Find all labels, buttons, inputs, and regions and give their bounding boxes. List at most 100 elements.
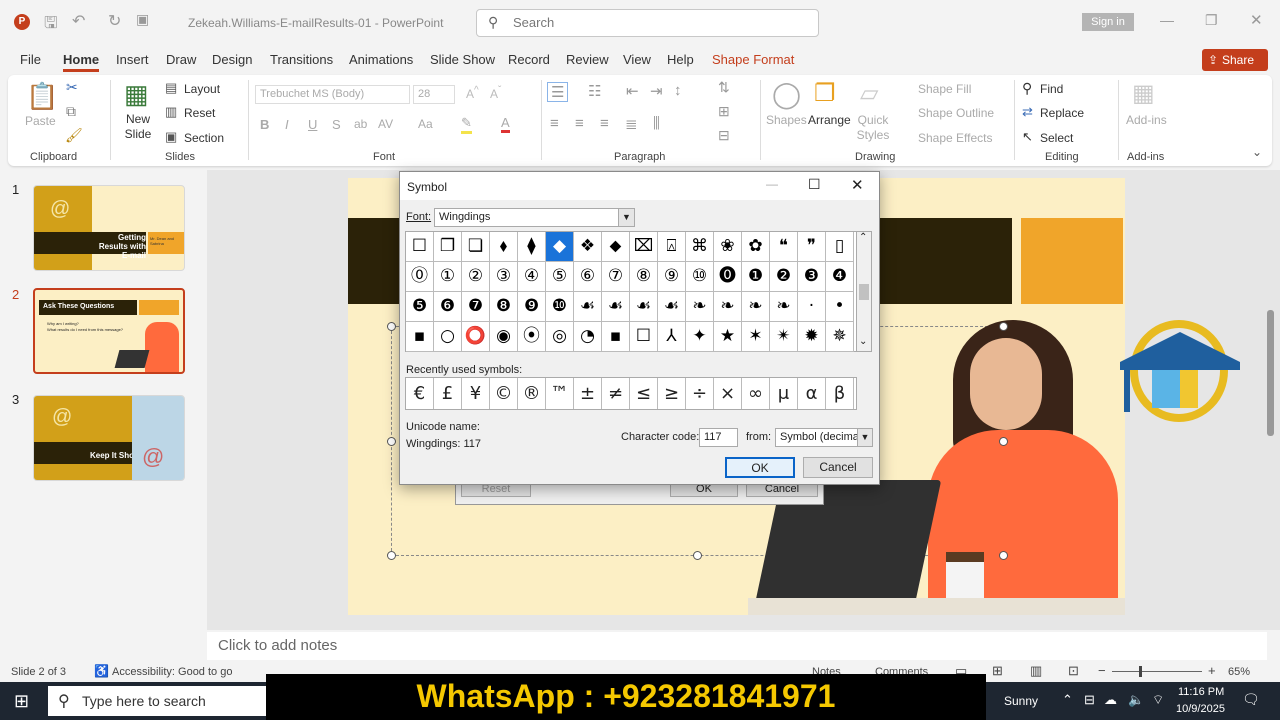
highlight-icon[interactable]: ✎ <box>461 115 472 134</box>
symbol-cell[interactable]: ⧫ <box>518 232 546 262</box>
cut-icon[interactable]: ✂ <box>66 79 78 96</box>
notes-pane[interactable]: Click to add notes <box>207 632 1267 660</box>
zoom-level[interactable]: 65% <box>1228 666 1250 678</box>
symbol-cell[interactable]: ☙ <box>602 292 630 322</box>
symbol-cell[interactable]: ① <box>434 262 462 292</box>
tab-review[interactable]: Review <box>566 52 609 67</box>
sign-in-button[interactable]: Sign in <box>1082 13 1134 31</box>
symbol-cell[interactable]: ❖ <box>574 232 602 262</box>
font-dropdown[interactable]: Wingdings ▼ <box>434 208 635 227</box>
scroll-up-icon[interactable]: ⌃ <box>859 232 867 243</box>
tab-view[interactable]: View <box>623 52 651 67</box>
symbol-grid-scrollbar[interactable]: ⌃ ⌄ <box>857 231 872 352</box>
chevron-up-icon[interactable]: ⌃ <box>1062 692 1073 708</box>
tab-home[interactable]: Home <box>63 52 100 72</box>
symbol-cell[interactable]: ◉ <box>490 322 518 352</box>
symbol-cell[interactable]: ❽ <box>490 292 518 322</box>
paste-button-label[interactable]: Paste <box>25 114 56 128</box>
symbol-cell[interactable]: ② <box>462 262 490 292</box>
align-text-icon[interactable]: ⊞ <box>718 103 730 120</box>
symbol-cell[interactable]: ⅄ <box>658 322 686 352</box>
resize-handle[interactable] <box>999 551 1008 560</box>
symbol-cell[interactable]: • <box>826 292 854 322</box>
cancel-button[interactable]: Cancel <box>803 457 873 478</box>
volume-icon[interactable]: 🔈 <box>1128 692 1144 708</box>
close-button[interactable]: ✕ <box>1250 11 1263 29</box>
symbol-cell[interactable]: ⑨ <box>658 262 686 292</box>
symbol-cell[interactable]: ❺ <box>406 292 434 322</box>
tab-shape-format[interactable]: Shape Format <box>712 52 794 67</box>
symbol-cell[interactable]: ⑤ <box>546 262 574 292</box>
symbol-cell[interactable]: ❏ <box>462 232 490 262</box>
symbol-cell[interactable]: ▪ <box>406 322 434 352</box>
recent-symbol-cell[interactable]: ™ <box>546 378 574 409</box>
zoom-slider-thumb[interactable] <box>1139 666 1142 677</box>
tab-help[interactable]: Help <box>667 52 694 67</box>
resize-handle[interactable] <box>999 322 1008 331</box>
character-code-input[interactable]: 117 <box>699 428 738 447</box>
shape-effects-button[interactable]: Shape Effects <box>918 131 993 145</box>
format-painter-icon[interactable]: 🖌 <box>65 127 83 144</box>
symbol-cell[interactable]: ❻ <box>434 292 462 322</box>
symbol-cell[interactable]: ◆ <box>546 232 574 262</box>
recent-symbol-cell[interactable]: € <box>406 378 434 409</box>
recent-symbol-cell[interactable]: β <box>826 378 854 409</box>
weather-label[interactable]: Sunny <box>1004 694 1038 708</box>
columns-icon[interactable]: ⫼ <box>653 115 660 132</box>
recent-symbol-cell[interactable]: ® <box>518 378 546 409</box>
recently-used-symbols[interactable]: € £ ¥ © ® ™ ± ≠ ≤ ≥ ÷ × ∞ μ α β <box>405 377 857 410</box>
underline-icon[interactable]: U <box>308 117 317 132</box>
from-dropdown[interactable]: Symbol (decimal) ▼ <box>775 428 873 447</box>
tab-insert[interactable]: Insert <box>116 52 149 67</box>
symbol-cell[interactable]: ❧ <box>742 292 770 322</box>
text-direction-icon[interactable]: ⇅ <box>718 79 730 96</box>
arrange-icon[interactable]: ❐ <box>814 79 836 108</box>
font-color-icon[interactable]: A <box>501 115 510 133</box>
quick-styles-label[interactable]: Quick Styles <box>853 113 893 143</box>
clock-date[interactable]: 10/9/2025 <box>1176 703 1225 715</box>
reading-view-icon[interactable]: ▥ <box>1030 663 1042 679</box>
zoom-slider[interactable] <box>1112 671 1202 672</box>
bullets-icon[interactable]: ☰ <box>547 82 569 102</box>
numbering-icon[interactable]: ☷ <box>588 82 601 100</box>
symbol-grid[interactable]: ☐ ❐ ❏ ⬧ ⧫ ◆ ❖ ⬥ ⌧ ⍓ ⌘ ❀ ✿ ❝ ❞ ▯ ⓪ ① ② ③ ④ ⑤ ⑥ ⑦ ⑧ ⑨ ⑩ ⓿ ❶ ❷ ❸ ❹ ❺ ❻ ❼ ❽ ❾ ❿ ☙ ☙… <box>405 231 857 352</box>
symbol-cell[interactable]: ⌧ <box>630 232 658 262</box>
symbol-cell[interactable]: ○ <box>434 322 462 352</box>
symbol-cell[interactable]: ☙ <box>630 292 658 322</box>
search-input[interactable]: ⚲ Search <box>476 9 819 37</box>
symbol-cell[interactable]: ❧ <box>686 292 714 322</box>
symbol-cell[interactable]: ❹ <box>826 262 854 292</box>
recent-symbol-cell[interactable]: ≠ <box>602 378 630 409</box>
align-right-icon[interactable]: ≡ <box>600 115 609 132</box>
restore-button[interactable]: ❐ <box>1205 12 1218 29</box>
tab-record[interactable]: Record <box>508 52 550 67</box>
symbol-cell[interactable]: ⬧ <box>490 232 518 262</box>
cloud-icon[interactable]: ☁ <box>1104 692 1117 708</box>
symbol-cell[interactable]: ☐ <box>630 322 658 352</box>
recent-symbol-cell[interactable]: ¥ <box>462 378 490 409</box>
symbol-cell[interactable]: ◔ <box>574 322 602 352</box>
symbol-cell[interactable]: ③ <box>490 262 518 292</box>
slide-thumbnail-3[interactable]: @ Keep It Short @ <box>33 395 185 481</box>
quick-styles-icon[interactable]: ▱ <box>860 79 878 108</box>
dialog-maximize-button[interactable]: ☐ <box>808 176 821 193</box>
symbol-cell[interactable]: ❀ <box>714 232 742 262</box>
recent-symbol-cell[interactable]: ≤ <box>630 378 658 409</box>
accessibility-status[interactable]: Accessibility: Good to go <box>112 666 232 678</box>
copy-icon[interactable]: ⧉ <box>66 103 76 120</box>
recent-symbol-cell[interactable]: α <box>798 378 826 409</box>
new-slide-icon[interactable]: ▦ <box>124 79 149 110</box>
recent-symbol-cell[interactable]: ≥ <box>658 378 686 409</box>
character-spacing-icon[interactable]: AV <box>378 117 393 131</box>
paste-icon[interactable]: 📋 <box>26 81 58 112</box>
symbol-cell[interactable]: ❷ <box>770 262 798 292</box>
slideshow-icon[interactable]: ⊡ <box>1068 663 1079 679</box>
collapse-ribbon-icon[interactable]: ⌄ <box>1252 145 1262 159</box>
tab-slide-show[interactable]: Slide Show <box>430 52 495 67</box>
recent-symbol-cell[interactable]: © <box>490 378 518 409</box>
slide-sorter-icon[interactable]: ⊞ <box>992 663 1003 679</box>
increase-indent-icon[interactable]: ⇥ <box>650 82 663 100</box>
symbol-cell[interactable]: ◎ <box>546 322 574 352</box>
symbol-cell[interactable]: ☐ <box>406 232 434 262</box>
symbol-cell[interactable]: ❐ <box>434 232 462 262</box>
